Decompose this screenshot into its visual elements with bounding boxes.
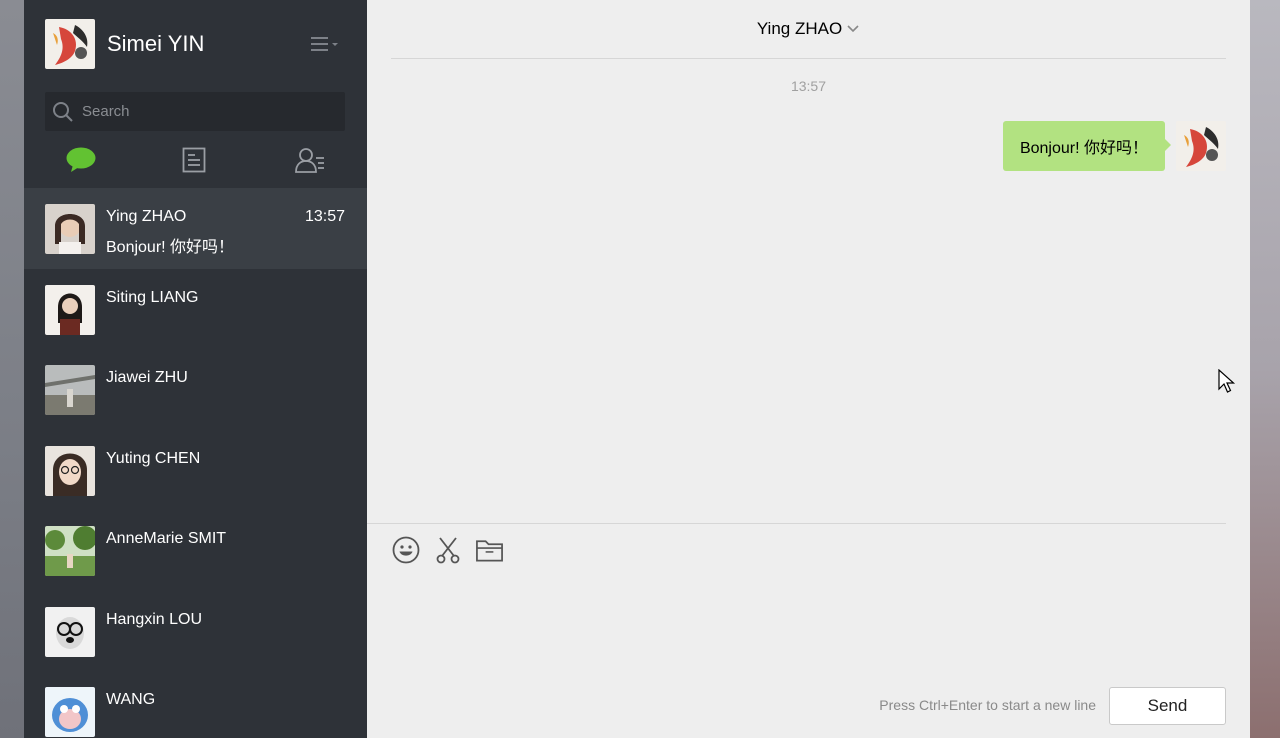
chevron-down-icon bbox=[847, 25, 859, 33]
avatar bbox=[45, 606, 95, 657]
chat-name: Hangxin LOU bbox=[106, 610, 203, 628]
chat-item-annemarie-smit[interactable]: AnneMarie SMIT bbox=[24, 510, 367, 591]
tab-articles[interactable] bbox=[174, 142, 214, 178]
folder-icon bbox=[476, 539, 503, 562]
smiley-icon bbox=[392, 536, 419, 563]
chat-name: Ying ZHAO bbox=[106, 208, 187, 225]
user-avatar[interactable] bbox=[45, 19, 95, 69]
message-bubble[interactable]: Bonjour! 你好吗！ bbox=[1002, 121, 1172, 171]
wechat-window: Simei YIN Search Ying ZHAO 13:57 Bonjour… bbox=[24, 0, 1250, 738]
avatar bbox=[45, 687, 95, 737]
composer-toolbar bbox=[391, 535, 504, 564]
chat-name: Jiawei ZHU bbox=[106, 369, 188, 386]
conversation-title[interactable]: Ying ZHAO bbox=[391, 0, 1226, 59]
chat-item-hangxin-lou[interactable]: Hangxin LOU bbox=[24, 591, 367, 672]
composer-hint: Press Ctrl+Enter to start a new line bbox=[879, 697, 1096, 713]
screenshot-button[interactable] bbox=[433, 535, 462, 564]
mouse-cursor-icon bbox=[1218, 369, 1236, 393]
chat-item-yuting-chen[interactable]: Yuting CHEN bbox=[24, 430, 367, 511]
desktop-background bbox=[0, 0, 24, 738]
chat-item-jiawei-zhu[interactable]: Jiawei ZHU bbox=[24, 349, 367, 430]
document-list-icon bbox=[182, 147, 206, 173]
chat-item-siting-liang[interactable]: Siting LIANG bbox=[24, 269, 367, 350]
search-input[interactable] bbox=[80, 102, 324, 121]
composer-divider bbox=[367, 523, 1226, 524]
avatar bbox=[45, 204, 95, 254]
chat-item-ying-zhao[interactable]: Ying ZHAO 13:57 Bonjour! 你好吗！ bbox=[24, 188, 367, 269]
chat-time: 13:57 bbox=[304, 208, 345, 225]
profile-header: Simei YIN bbox=[24, 0, 367, 88]
user-name: Simei YIN bbox=[107, 31, 205, 56]
send-file-button[interactable] bbox=[475, 535, 504, 564]
send-button[interactable]: Send bbox=[1109, 687, 1226, 725]
chat-bubble-icon bbox=[66, 147, 96, 172]
chat-name: WANG bbox=[106, 691, 156, 708]
chat-name: Yuting CHEN bbox=[106, 449, 201, 467]
chat-list: Ying ZHAO 13:57 Bonjour! 你好吗！ Siting LIA… bbox=[24, 188, 367, 738]
chat-name: Siting LIANG bbox=[106, 288, 199, 306]
desktop-background-right bbox=[1250, 0, 1280, 738]
tab-contacts[interactable] bbox=[290, 142, 330, 178]
contacts-icon bbox=[295, 148, 324, 173]
avatar bbox=[45, 365, 95, 415]
search-icon bbox=[53, 101, 73, 122]
message-timestamp: 13:57 bbox=[790, 78, 827, 94]
chat-last-message: Bonjour! 你好吗！ bbox=[106, 239, 235, 256]
emoji-button[interactable] bbox=[391, 535, 420, 564]
menu-icon[interactable] bbox=[311, 35, 339, 53]
avatar bbox=[45, 445, 95, 496]
message-input[interactable] bbox=[391, 572, 1230, 676]
sidebar-tabs bbox=[24, 140, 367, 182]
search-box[interactable] bbox=[45, 92, 345, 131]
avatar bbox=[45, 284, 95, 335]
chat-item-wang[interactable]: WANG bbox=[24, 671, 367, 738]
sidebar: Simei YIN Search Ying ZHAO 13:57 Bonjour… bbox=[24, 0, 367, 738]
chat-panel: Ying ZHAO 13:57 Bonjour! 你好吗！ Press Ctrl… bbox=[367, 0, 1250, 738]
chat-name: AnneMarie SMIT bbox=[106, 530, 227, 547]
avatar bbox=[45, 526, 95, 576]
tab-chats[interactable] bbox=[61, 142, 101, 178]
conversation-title-text: Ying ZHAO bbox=[756, 19, 843, 38]
scissors-icon bbox=[436, 536, 459, 563]
my-avatar[interactable] bbox=[1176, 121, 1226, 171]
